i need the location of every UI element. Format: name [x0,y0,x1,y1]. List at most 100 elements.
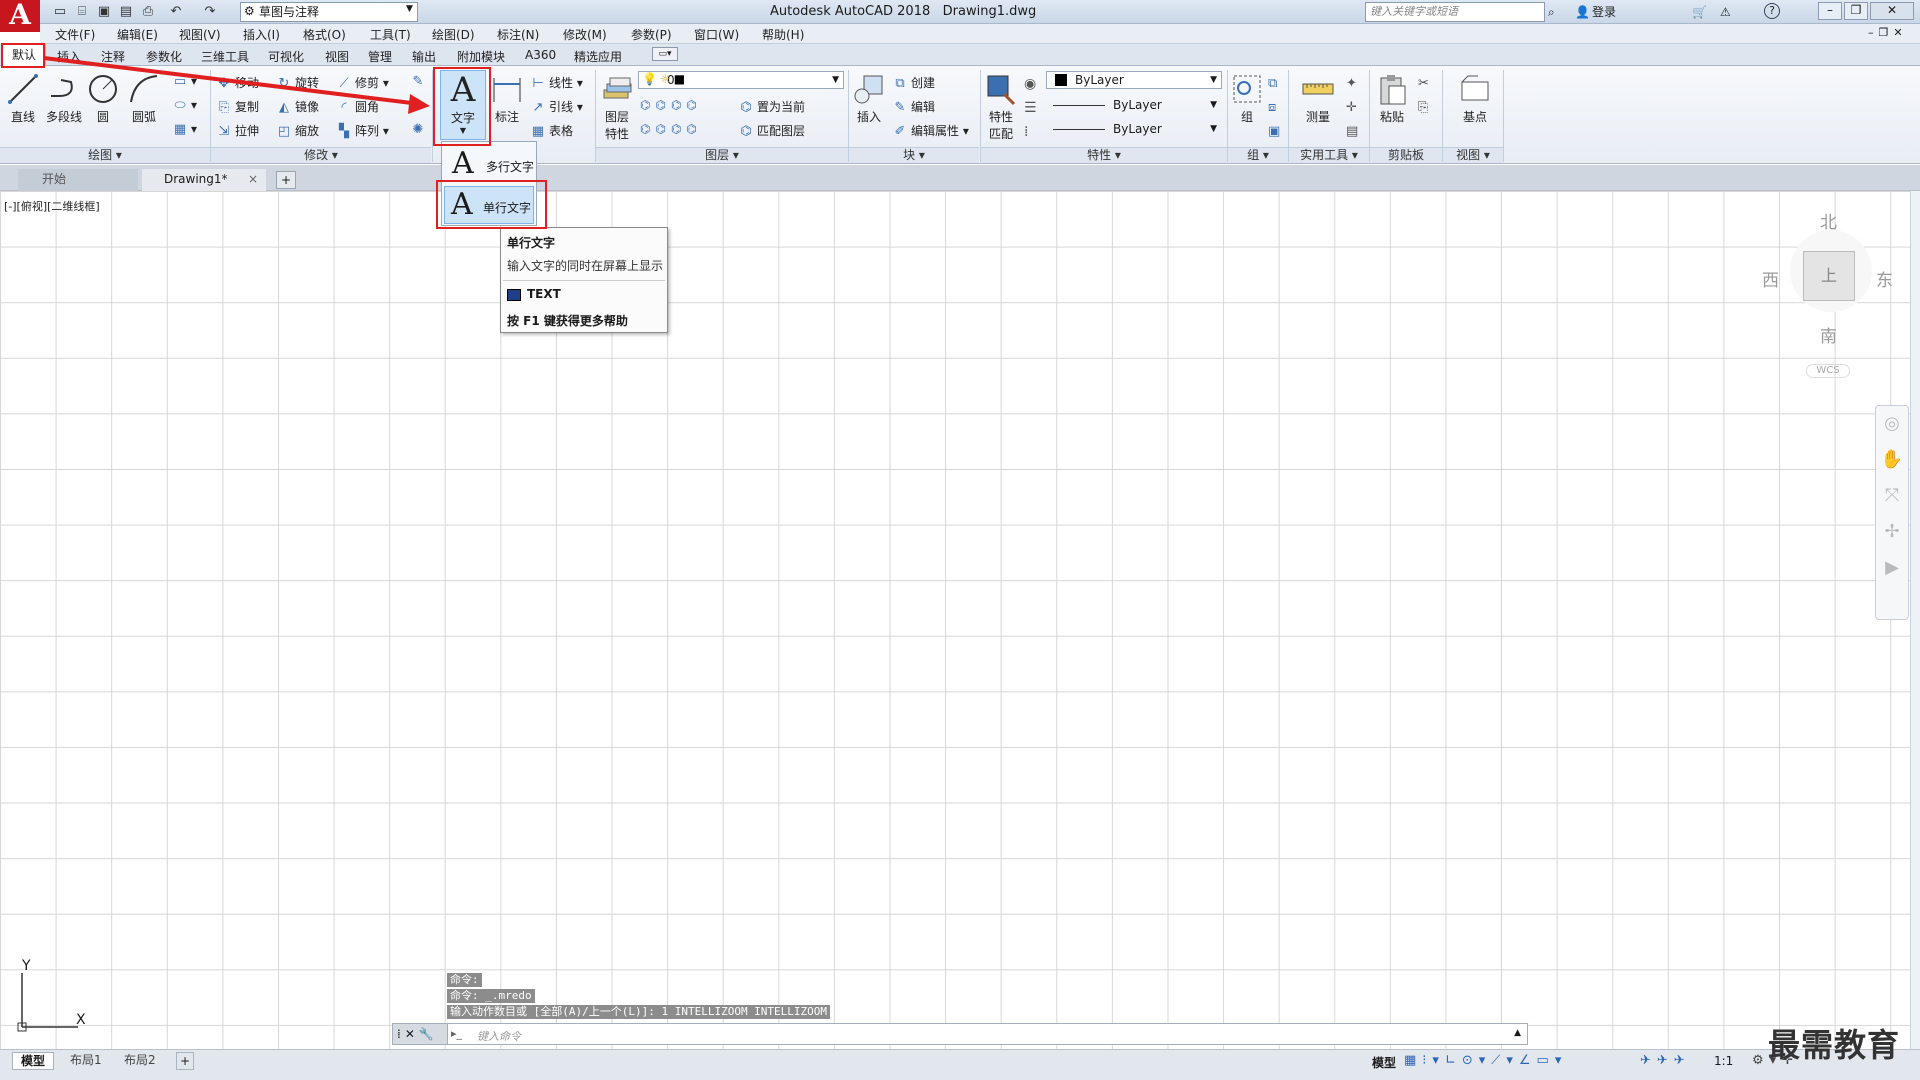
connect-icon[interactable]: ⚠ [1720,3,1731,21]
cart-icon[interactable]: 🛒 [1692,3,1707,21]
modify-panel-title[interactable]: 修改 ▾ [211,147,431,163]
viewport-controls[interactable]: [-][俯视][二维线框] [4,198,100,214]
dimension-tool-button[interactable]: 标注 [490,72,524,125]
stretch-button[interactable]: ⇲ 拉伸 [216,122,259,139]
viewcube-south[interactable]: 南 [1820,322,1837,347]
pan-icon[interactable]: ✋ [1876,442,1908,478]
menu-file[interactable]: 文件(F) [55,26,95,43]
make-current-button[interactable]: ⌬ 置为当前 [738,98,805,115]
draw-panel-title[interactable]: 绘图 ▾ [0,147,210,163]
ribbon-options-button[interactable]: ▭▾ [652,47,678,61]
maximize-button[interactable]: ❐ [1844,2,1868,20]
command-line-controls[interactable]: ⁞✕🔧 [392,1023,448,1045]
utilities-panel-title[interactable]: 实用工具 ▾ [1289,147,1369,163]
array-button[interactable]: ▚ 阵列 ▾ [336,122,389,139]
binoculars-icon[interactable]: ⌕ [1548,3,1555,21]
menu-window[interactable]: 窗口(W) [694,26,739,43]
orbit-icon[interactable]: ✢ [1876,514,1908,550]
viewcube-west[interactable]: 西 [1762,266,1779,291]
copy-button[interactable]: ⎘ 复制 [216,98,259,115]
command-line[interactable]: ▸_ 键入命令 ▲ [392,1023,1528,1045]
line-tool-button[interactable]: 直线 [6,72,40,125]
fillet-button[interactable]: ◜ 圆角 [336,98,379,115]
mirror-button[interactable]: ◭ 镜像 [276,98,319,115]
edit-attributes-button[interactable]: ✐ 编辑属性 ▾ [892,122,969,139]
redo-icon[interactable]: ↷ [200,3,220,21]
new-layout-button[interactable]: + [176,1052,194,1070]
steering-wheel-icon[interactable]: ◎ [1876,406,1908,442]
viewcube-top-face[interactable]: 上 [1803,251,1855,301]
showmotion-icon[interactable]: ▶ [1876,550,1908,586]
ellipse-icon[interactable]: ⬭ ▾ [172,98,197,113]
undo-icon[interactable]: ↶ [166,3,186,21]
menu-parametric[interactable]: 参数(P) [631,26,672,43]
doc-window-controls[interactable]: –❐✕ [1868,26,1908,39]
layout2-tab[interactable]: 布局2 [116,1052,164,1070]
save-as-icon[interactable]: ▤ [116,3,136,21]
new-tab-button[interactable]: + [276,171,296,189]
drawing-canvas[interactable] [0,191,1910,1049]
groups-panel-title[interactable]: 组 ▾ [1228,147,1288,163]
cut-copy-icons[interactable]: ✂ ⎘ [1418,72,1429,120]
tab-addins[interactable]: 附加模块 [457,48,505,65]
linetype-dropdown[interactable]: ByLayer ▼ [1046,96,1222,114]
menu-help[interactable]: 帮助(H) [762,26,804,43]
edit-block-button[interactable]: ✎ 编辑 [892,98,935,115]
layers-panel-title[interactable]: 图层 ▾ [596,147,848,163]
rotate-button[interactable]: ↻ 旋转 [276,74,319,91]
menu-tools[interactable]: 工具(T) [370,26,411,43]
group-tools-icons[interactable]: ⧉ ⧈ ▣ [1268,72,1280,144]
annotation-scale-icons[interactable]: ✈✈✈ [1640,1053,1691,1068]
block-panel-title[interactable]: 块 ▾ [849,147,979,163]
tab-output[interactable]: 输出 [412,48,436,65]
clipboard-panel-title[interactable]: 剪贴板 [1370,147,1442,163]
menu-dimension[interactable]: 标注(N) [497,26,539,43]
trim-button[interactable]: ⟋ 修剪 ▾ [336,74,388,91]
viewcube-east[interactable]: 东 [1876,266,1893,291]
erase-icon[interactable]: ✎ [410,74,429,89]
wcs-menu[interactable]: WCS [1806,364,1850,378]
menu-edit[interactable]: 编辑(E) [117,26,158,43]
arc-tool-button[interactable]: 圆弧 [126,72,162,125]
tab-a360[interactable]: A360 [525,48,556,62]
close-tab-icon[interactable]: × [248,169,258,189]
move-button[interactable]: ✥ 移动 [216,74,259,91]
command-input[interactable]: 键入命令 [477,1028,521,1044]
linear-dim-button[interactable]: ⊢ 线性 ▾ [530,74,583,91]
model-layout-tab[interactable]: 模型 [12,1052,55,1070]
base-view-button[interactable]: 基点 [1452,72,1498,125]
start-tab[interactable]: 开始 [18,169,138,191]
print-icon[interactable]: ⎙ [138,3,158,21]
color-dropdown[interactable]: ByLayer ▼ [1046,71,1222,89]
save-icon[interactable]: ▣ [94,3,114,21]
view-panel-title[interactable]: 视图 ▾ [1443,147,1503,163]
open-file-icon[interactable]: ⌸ [72,3,92,21]
mtext-option[interactable]: A 多行文字 [446,146,534,182]
menu-format[interactable]: 格式(O) [303,26,346,43]
status-toggle-icons[interactable]: ▦⁝▾∟⊙▾⟋▾∠▭▾ [1404,1053,1567,1068]
workspace-selector[interactable]: 草图与注释 [240,2,418,22]
rectangle-icon[interactable]: ▭ ▾ [172,74,197,89]
tab-3d-tools[interactable]: 三维工具 [201,48,249,65]
chevron-up-icon[interactable]: ▲ [1514,1028,1521,1038]
layer-tools-row1[interactable]: ⌬⌬⌬⌬ [640,98,702,112]
tab-visualize[interactable]: 可视化 [268,48,304,65]
layout1-tab[interactable]: 布局1 [62,1052,110,1070]
scale-button[interactable]: ◰ 缩放 [276,122,319,139]
layer-tools-row2[interactable]: ⌬⌬⌬⌬ [640,122,702,136]
drawing-tab[interactable]: Drawing1* × [142,169,266,191]
circle-tool-button[interactable]: 圆 [86,72,120,125]
close-button[interactable]: ✕ [1870,2,1914,20]
tab-featured-apps[interactable]: 精选应用 [574,48,622,65]
tab-parametric[interactable]: 参数化 [146,48,182,65]
tab-manage[interactable]: 管理 [368,48,392,65]
polyline-tool-button[interactable]: 多段线 [44,72,84,125]
tab-annotate[interactable]: 注释 [101,48,125,65]
menu-view[interactable]: 视图(V) [179,26,221,43]
table-button[interactable]: ▦ 表格 [530,122,573,139]
annotation-scale[interactable]: 1:1 [1714,1054,1733,1068]
model-space-button[interactable]: 模型 [1372,1054,1396,1071]
menu-modify[interactable]: 修改(M) [563,26,607,43]
create-block-button[interactable]: ⧉ 创建 [892,74,935,91]
utility-tools-icons[interactable]: ✦ ✛ ▤ [1346,72,1358,144]
